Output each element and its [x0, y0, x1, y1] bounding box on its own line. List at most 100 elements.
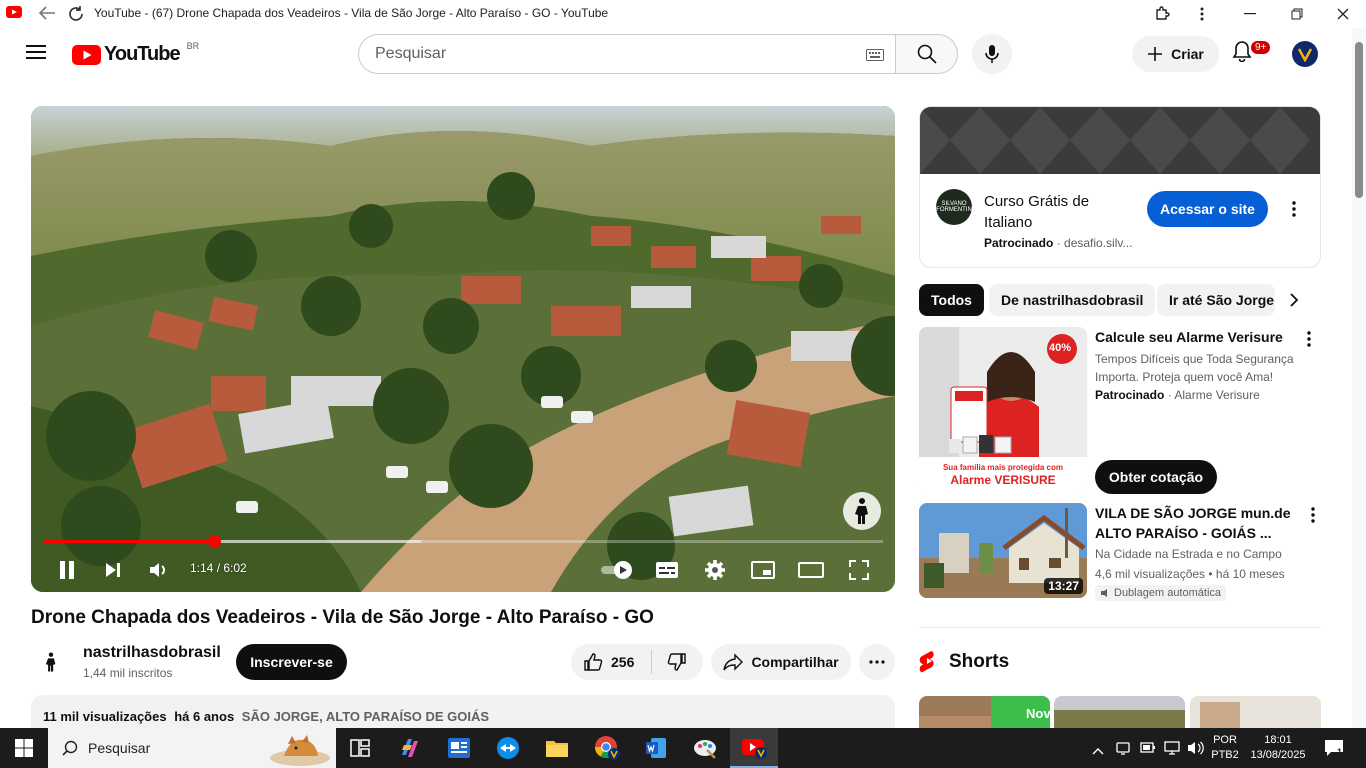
thumb-brand: Alarme VERISURE — [950, 473, 1056, 487]
file-explorer-icon[interactable] — [541, 732, 573, 764]
rec-menu-icon[interactable] — [1299, 327, 1319, 351]
notifications-bell-icon[interactable] — [1232, 40, 1252, 67]
search-input[interactable]: Pesquisar — [358, 34, 896, 74]
word-icon[interactable] — [640, 732, 672, 764]
more-actions-button[interactable] — [859, 644, 895, 680]
copilot-icon[interactable] — [394, 732, 426, 764]
masthead: YouTube BR Pesquisar Criar 9+ — [0, 28, 1366, 80]
subscriber-count: 1,44 mil inscritos — [83, 666, 173, 680]
miniplayer-button[interactable] — [749, 556, 777, 584]
minimize-icon[interactable] — [1238, 4, 1262, 24]
extensions-icon[interactable] — [1150, 4, 1174, 24]
hamburger-menu-icon[interactable] — [26, 44, 46, 65]
video-player[interactable]: 1:14 / 6:02 — [31, 106, 895, 592]
skip-next-icon — [106, 563, 120, 577]
settings-button[interactable] — [701, 556, 729, 584]
channel-avatar[interactable] — [33, 644, 69, 680]
dislike-button[interactable] — [652, 644, 702, 680]
chrome-icon[interactable] — [591, 732, 623, 764]
chips-next-icon[interactable] — [1288, 292, 1300, 313]
clock[interactable]: 18:01 13/08/2025 — [1246, 733, 1310, 763]
youtube-logo[interactable]: YouTube BR — [72, 41, 199, 66]
ad-domain: desafio.silv... — [1064, 236, 1133, 250]
back-arrow-icon[interactable] — [37, 4, 57, 25]
scrollbar-thumb[interactable] — [1355, 42, 1363, 198]
theater-mode-button[interactable] — [797, 556, 825, 584]
share-button[interactable]: Compartilhar — [711, 644, 851, 680]
total-duration: 6:02 — [223, 561, 247, 575]
restore-icon[interactable] — [1285, 4, 1309, 24]
user-avatar[interactable] — [1292, 41, 1318, 67]
short-thumbnail[interactable] — [1190, 696, 1321, 728]
close-icon[interactable] — [1331, 4, 1355, 24]
discount-badge: 40% — [1049, 342, 1072, 354]
teamviewer-icon[interactable] — [492, 732, 524, 764]
reload-icon[interactable] — [66, 4, 86, 27]
chip-all[interactable]: Todos — [919, 284, 984, 316]
search-highlight-fox-icon — [270, 735, 330, 766]
taskbar-search-box[interactable]: Pesquisar — [48, 728, 336, 768]
youtube-active-app[interactable] — [730, 728, 778, 768]
like-button[interactable]: 256 — [571, 644, 651, 680]
browser-menu-icon[interactable] — [1190, 4, 1214, 24]
short-thumbnail-art — [1054, 696, 1185, 728]
sponsored-label: Patrocinado — [984, 236, 1054, 250]
chip-from-channel[interactable]: De nastrilhasdobrasil — [989, 284, 1156, 316]
channel-name[interactable]: nastrilhasdobrasil — [83, 644, 221, 662]
fullscreen-button[interactable] — [845, 556, 873, 584]
news-app-icon[interactable] — [443, 732, 475, 764]
pause-button[interactable] — [53, 556, 81, 584]
upload-age: há 6 anos — [174, 709, 235, 724]
channel-watermark[interactable] — [843, 492, 881, 530]
paint-app-icon[interactable] — [689, 732, 721, 764]
notification-center-count: 1 — [1337, 747, 1343, 757]
page-scrollbar[interactable] — [1352, 28, 1366, 728]
time-display: 1:14 / 6:02 — [190, 561, 247, 575]
show-hidden-icons-chevron-icon[interactable] — [1092, 742, 1104, 760]
rec-menu-icon[interactable] — [1303, 503, 1323, 527]
sponsored-ad-card[interactable]: SILVANO FORMENTIN Curso Grátis de Italia… — [919, 106, 1321, 268]
search-placeholder: Pesquisar — [375, 45, 447, 62]
next-button[interactable] — [99, 556, 127, 584]
voice-search-button[interactable] — [972, 34, 1012, 74]
short-thumbnail[interactable]: Novo — [919, 696, 1050, 728]
get-quote-button[interactable]: Obter cotação — [1095, 460, 1217, 494]
video-thumbnail[interactable]: 13:27 — [919, 503, 1087, 598]
visit-site-button[interactable]: Acessar o site — [1147, 191, 1268, 227]
video-recommendation[interactable]: 13:27 VILA DE SÃO JORGE mun.de ALTO PARA… — [919, 503, 1323, 601]
ad-thumbnail[interactable]: 40% Sua família mais protegida com Alarm… — [919, 327, 1087, 492]
location-tag[interactable]: SÃO JORGE, ALTO PARAÍSO DE GOIÁS — [242, 709, 489, 724]
create-button[interactable]: Criar — [1132, 36, 1219, 72]
youtube-favicon-icon — [6, 6, 22, 21]
rec-title[interactable]: VILA DE SÃO JORGE mun.de ALTO PARAÍSO - … — [1095, 503, 1295, 543]
dubbing-label: Dublagem automática — [1114, 587, 1222, 599]
speaker-volume-icon[interactable] — [1187, 740, 1205, 761]
volume-button[interactable] — [145, 556, 173, 584]
start-windows-icon[interactable] — [8, 732, 40, 764]
youtube-play-logo-icon — [72, 44, 101, 65]
fullscreen-icon — [849, 560, 869, 580]
rec-title[interactable]: Calcule seu Alarme Verisure — [1095, 327, 1295, 347]
ad-menu-icon[interactable] — [1284, 197, 1304, 221]
meet-now-icon[interactable] — [1116, 740, 1130, 761]
like-count: 256 — [611, 654, 635, 670]
subtitles-button[interactable] — [653, 556, 681, 584]
ad-title[interactable]: Curso Grátis de Italiano — [984, 191, 1134, 233]
search-button[interactable] — [895, 34, 958, 74]
network-icon[interactable] — [1164, 741, 1180, 760]
subscribe-button[interactable]: Inscrever-se — [236, 644, 347, 680]
rec-ad-line1: Tempos Difíceis que Toda Segurança — [1095, 352, 1294, 366]
power-battery-icon — [1140, 741, 1156, 760]
video-title: Drone Chapada dos Veadeiros - Vila de Sã… — [31, 607, 654, 628]
input-language[interactable]: POR PTB2 — [1206, 733, 1244, 763]
keyboard-icon[interactable] — [866, 48, 884, 66]
task-view-icon[interactable] — [344, 732, 376, 764]
autoplay-toggle[interactable] — [599, 556, 635, 584]
progress-bar[interactable] — [43, 535, 883, 548]
video-duration: 13:27 — [1044, 578, 1083, 594]
short-thumbnail[interactable] — [1054, 696, 1185, 728]
share-arrow-icon — [723, 653, 744, 671]
rec-channel[interactable]: Na Cidade na Estrada e no Campo — [1095, 547, 1282, 561]
chip-related[interactable]: Ir até São Jorge — [1157, 284, 1275, 316]
miniplayer-icon — [751, 561, 775, 579]
